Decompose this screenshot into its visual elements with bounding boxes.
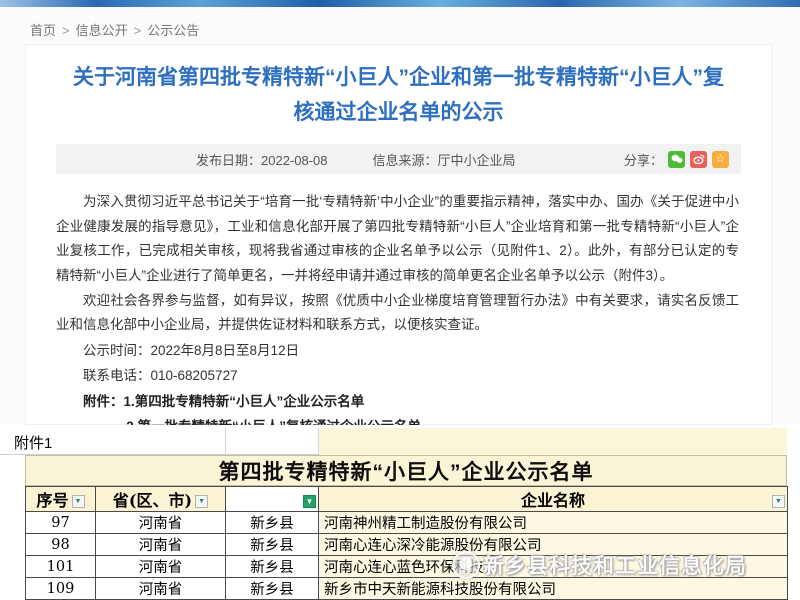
breadcrumb-separator: > (134, 23, 142, 38)
info-source: 信息来源：厅中小企业局 (373, 150, 516, 169)
yellow-cell (318, 428, 787, 455)
article-meta-bar: 发布日期：2022-08-08 信息来源：厅中小企业局 分享： ☆ (56, 144, 741, 174)
cell-county: 新乡县 (226, 534, 319, 556)
col-header-index: 序号▼ (26, 487, 96, 512)
weibo-share-icon[interactable] (690, 151, 707, 168)
cell-index: 97 (26, 512, 96, 534)
breadcrumb-home[interactable]: 首页 (30, 23, 56, 38)
col-header-company: 企业名称▼ (319, 487, 788, 512)
grid-line (225, 428, 226, 455)
table-row: 97 河南省 新乡县 河南神州精工制造股份有限公司 (26, 512, 788, 534)
filter-dropdown-icon[interactable]: ▼ (72, 495, 85, 508)
cell-index: 109 (26, 578, 96, 600)
cell-province: 河南省 (96, 512, 226, 534)
wechat-share-icon[interactable] (668, 151, 685, 168)
annex-row: 附件1 (0, 428, 787, 455)
contact-phone: 联系电话：010-68205727 (56, 365, 739, 388)
table-row: 101 河南省 新乡县 河南心连心蓝色环保科技 (26, 556, 788, 578)
public-notice-period: 公示时间：2022年8月8日至8月12日 (56, 340, 739, 363)
share-label: 分享： (624, 150, 663, 169)
paragraph: 欢迎社会各界参与监督，如有异议，按照《优质中小企业梯度培育管理暂行办法》中有关要… (56, 289, 739, 338)
paragraph: 为深入贯彻习近平总书记关于“培育一批‘专精特新’中小企业”的重要指示精神，落实中… (56, 190, 739, 288)
breadcrumb-separator: > (62, 23, 70, 38)
publish-date: 发布日期：2022-08-08 (196, 150, 328, 169)
article-panel: 关于河南省第四批专精特新“小巨人”企业和第一批专精特新“小巨人”复核通过企业名单… (25, 44, 772, 425)
table-header-row: 序号▼ 省(区、市)▼ ▼ 企业名称▼ (26, 487, 788, 512)
article-body: 为深入贯彻习近平总书记关于“培育一批‘专精特新’中小企业”的重要指示精神，落实中… (56, 190, 739, 337)
filter-dropdown-icon[interactable]: ▼ (195, 495, 208, 508)
page-title: 关于河南省第四批专精特新“小巨人”企业和第一批专精特新“小巨人”复核通过企业名单… (66, 61, 731, 130)
filter-dropdown-icon[interactable]: ▼ (772, 495, 785, 508)
cell-company: 河南心连心深冷能源股份有限公司 (319, 534, 788, 556)
table-row: 109 河南省 新乡县 新乡市中天新能源科技股份有限公司 (26, 578, 788, 600)
cell-county: 新乡县 (226, 556, 319, 578)
cell-index: 101 (26, 556, 96, 578)
cell-company: 河南心连心蓝色环保科技 (319, 556, 788, 578)
active-filter-icon[interactable]: ▼ (303, 495, 316, 508)
breadcrumb-info-disclosure[interactable]: 信息公开 (76, 23, 128, 38)
table-row: 98 河南省 新乡县 河南心连心深冷能源股份有限公司 (26, 534, 788, 556)
top-blue-bar (0, 0, 800, 7)
cell-company: 新乡市中天新能源科技股份有限公司 (319, 578, 788, 600)
cell-index: 98 (26, 534, 96, 556)
favorite-star-icon[interactable]: ☆ (712, 151, 729, 168)
annex-label: 附件1 (14, 432, 52, 453)
cell-company: 河南神州精工制造股份有限公司 (319, 512, 788, 534)
attachment-line-1[interactable]: 附件：1.第四批专精特新“小巨人”企业公示名单 (56, 390, 739, 414)
excel-screenshot: 附件1 第四批专精特新“小巨人”企业公示名单 序号▼ 省(区、市)▼ ▼ 企业名… (0, 425, 800, 600)
col-header-county: ▼ (226, 487, 319, 512)
cell-province: 河南省 (96, 556, 226, 578)
cell-county: 新乡县 (226, 512, 319, 534)
col-header-province: 省(区、市)▼ (96, 487, 226, 512)
company-table: 序号▼ 省(区、市)▼ ▼ 企业名称▼ 97 河南省 新乡县 河南神州精工制造股… (25, 486, 788, 600)
breadcrumb: 首页 > 信息公开 > 公示公告 (30, 20, 199, 39)
cell-county: 新乡县 (226, 578, 319, 600)
excel-table-title: 第四批专精特新“小巨人”企业公示名单 (25, 455, 787, 486)
cell-province: 河南省 (96, 578, 226, 600)
cell-province: 河南省 (96, 534, 226, 556)
breadcrumb-announcements: 公示公告 (147, 23, 199, 38)
